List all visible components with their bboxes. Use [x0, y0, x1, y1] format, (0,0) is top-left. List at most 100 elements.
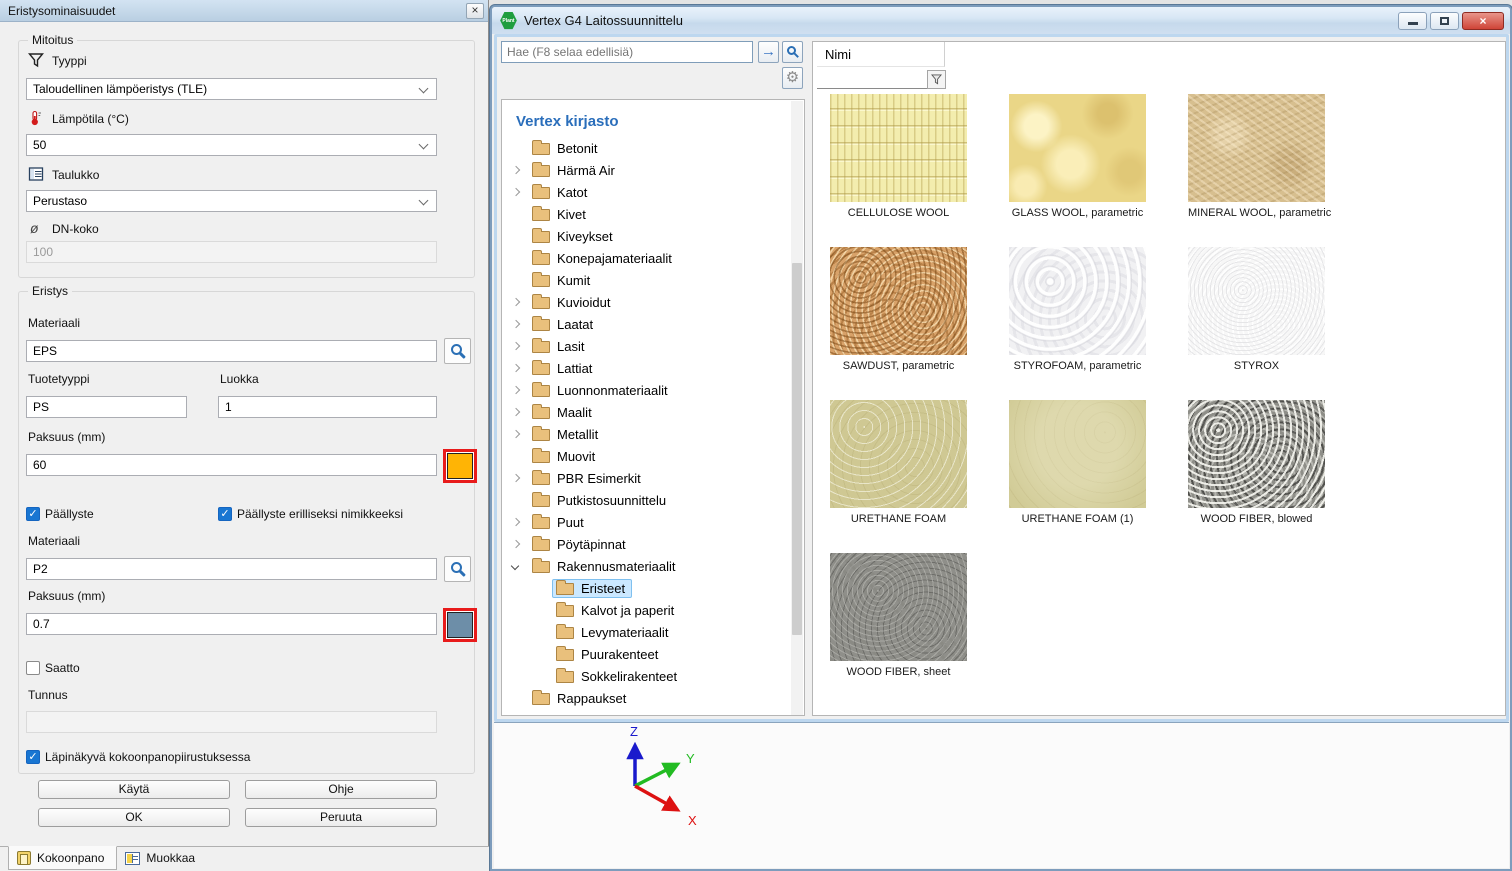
material-card[interactable]: MINERAL WOOL, parametric [1188, 94, 1325, 219]
tree-item-body[interactable]: Muovit [528, 447, 602, 466]
tree-item-body[interactable]: Pöytäpinnat [528, 535, 633, 554]
tree-scrollbar-thumb[interactable] [792, 263, 802, 635]
tree-item-body[interactable]: Metallit [528, 425, 605, 444]
tree-item[interactable]: Lasit [502, 335, 804, 357]
tree-item-body[interactable]: Lattiat [528, 359, 599, 378]
material-thumbnail[interactable] [1009, 400, 1146, 508]
materiaali-field[interactable] [26, 340, 437, 362]
tree-item[interactable]: Betonit [502, 137, 804, 159]
tree-item-body[interactable]: Sokkelirakenteet [552, 667, 684, 686]
chevron-right-icon[interactable] [511, 387, 528, 393]
tab-muokkaa[interactable]: Muokkaa [117, 846, 207, 870]
paallyste-materiaali-field[interactable] [26, 558, 437, 580]
tree-item[interactable]: Kiveykset [502, 225, 804, 247]
tree-item[interactable]: Konepajamateriaalit [502, 247, 804, 269]
close-window-button[interactable]: × [1462, 12, 1504, 30]
tree-item[interactable]: Eristeet [502, 577, 804, 599]
ohje-button[interactable]: Ohje [245, 780, 437, 799]
material-card[interactable]: CELLULOSE WOOL [830, 94, 967, 219]
tree-item-body[interactable]: Kumit [528, 271, 597, 290]
tree-item[interactable]: Kalvot ja paperit [502, 599, 804, 621]
tree-item-body[interactable]: Kiveykset [528, 227, 620, 246]
tree-item[interactable]: Laatat [502, 313, 804, 335]
coating-color-swatch[interactable] [443, 608, 477, 642]
tree-scrollbar[interactable] [791, 101, 803, 715]
maximize-button[interactable] [1430, 12, 1459, 30]
filter-button[interactable] [927, 70, 946, 89]
material-thumbnail[interactable] [1188, 94, 1325, 202]
chevron-right-icon[interactable] [511, 365, 528, 371]
tree-item-body[interactable]: Puurakenteet [552, 645, 665, 664]
checkbox-unchecked-icon[interactable] [26, 661, 40, 675]
material-thumbnail[interactable] [830, 553, 967, 661]
material-card[interactable]: STYROX [1188, 247, 1325, 372]
material-card[interactable]: URETHANE FOAM [830, 400, 967, 525]
material-card[interactable]: SAWDUST, parametric [830, 247, 967, 372]
tree-item-body[interactable]: Katot [528, 183, 594, 202]
tree-item[interactable]: Kumit [502, 269, 804, 291]
tree-item-body[interactable]: Levymateriaalit [552, 623, 675, 642]
tree-item-body[interactable]: Härmä Air [528, 161, 622, 180]
tree-item-body[interactable]: Maalit [528, 403, 599, 422]
tree-item[interactable]: Puurakenteet [502, 643, 804, 665]
material-thumbnail[interactable] [830, 247, 967, 355]
material-card[interactable]: WOOD FIBER, sheet [830, 553, 967, 678]
tree-item-body[interactable]: Konepajamateriaalit [528, 249, 679, 268]
chevron-right-icon[interactable] [511, 409, 528, 415]
tree-item-body[interactable]: Kalvot ja paperit [552, 601, 681, 620]
tree-item[interactable]: Katot [502, 181, 804, 203]
saatto-checkbox-row[interactable]: Saatto [26, 661, 80, 675]
minimize-button[interactable] [1398, 12, 1427, 30]
tree-item[interactable]: Muovit [502, 445, 804, 467]
tyyppi-select[interactable]: Taloudellinen lämpöeristys (TLE) [26, 78, 437, 100]
material-thumbnail[interactable] [830, 400, 967, 508]
tree-item[interactable]: Lattiat [502, 357, 804, 379]
tree-item[interactable]: Levymateriaalit [502, 621, 804, 643]
luokka-field[interactable] [218, 396, 437, 418]
window-titlebar[interactable]: Plant Vertex G4 Laitossuunnittelu × [492, 7, 1510, 34]
tree-item[interactable]: Metallit [502, 423, 804, 445]
material-thumbnail[interactable] [1188, 247, 1325, 355]
tree-item[interactable]: Luonnonmateriaalit [502, 379, 804, 401]
kayta-button[interactable]: Käytä [38, 780, 230, 799]
tab-kokoonpano[interactable]: Kokoonpano [8, 846, 117, 870]
paksuus-field[interactable] [26, 454, 437, 476]
chevron-right-icon[interactable] [511, 167, 528, 173]
material-thumbnail[interactable] [1009, 247, 1146, 355]
paallyste-erillinen-checkbox-row[interactable]: ✓ Päällyste erilliseksi nimikkeeksi [218, 507, 403, 521]
tree-item[interactable]: Härmä Air [502, 159, 804, 181]
settings-button[interactable]: ⚙ [782, 67, 803, 89]
tree-item[interactable]: Kuvioidut [502, 291, 804, 313]
tree-item-body[interactable]: Betonit [528, 139, 604, 158]
material-card[interactable]: URETHANE FOAM (1) [1009, 400, 1146, 525]
tree-item-body[interactable]: Luonnonmateriaalit [528, 381, 675, 400]
chevron-right-icon[interactable] [511, 343, 528, 349]
chevron-right-icon[interactable] [511, 519, 528, 525]
tree-item[interactable]: PBR Esimerkit [502, 467, 804, 489]
tree-item-body[interactable]: Rakennusmateriaalit [528, 557, 683, 576]
tree-item-body[interactable]: PBR Esimerkit [528, 469, 648, 488]
chevron-right-icon[interactable] [511, 541, 528, 547]
library-root-label[interactable]: Vertex kirjasto [502, 100, 804, 137]
tree-item-selected[interactable]: Eristeet [552, 579, 632, 598]
chevron-right-icon[interactable] [511, 321, 528, 327]
tuotetyyppi-field[interactable] [26, 396, 187, 418]
tree-item[interactable]: Rappaukset [502, 687, 804, 709]
chevron-right-icon[interactable] [511, 475, 528, 481]
tree-item[interactable]: Kivet [502, 203, 804, 225]
insulation-color-swatch[interactable] [443, 449, 477, 483]
material-thumbnail[interactable] [830, 94, 967, 202]
tree-item-body[interactable]: Rappaukset [528, 689, 633, 708]
tree-item[interactable]: Putkistosuunnittelu [502, 489, 804, 511]
chevron-right-icon[interactable] [511, 299, 528, 305]
tree-item[interactable]: Sokkelirakenteet [502, 665, 804, 687]
tree-item[interactable]: Rakennusmateriaalit [502, 555, 804, 577]
tree-item-body[interactable]: Laatat [528, 315, 600, 334]
search-button[interactable] [782, 41, 803, 63]
material-thumbnail[interactable] [1188, 400, 1325, 508]
peruuta-button[interactable]: Peruuta [245, 808, 437, 827]
paallyste-checkbox-row[interactable]: ✓ Päällyste [26, 507, 94, 521]
tree-item[interactable]: Maalit [502, 401, 804, 423]
search-go-button[interactable]: → [758, 41, 779, 63]
checkbox-checked-icon[interactable]: ✓ [26, 750, 40, 764]
